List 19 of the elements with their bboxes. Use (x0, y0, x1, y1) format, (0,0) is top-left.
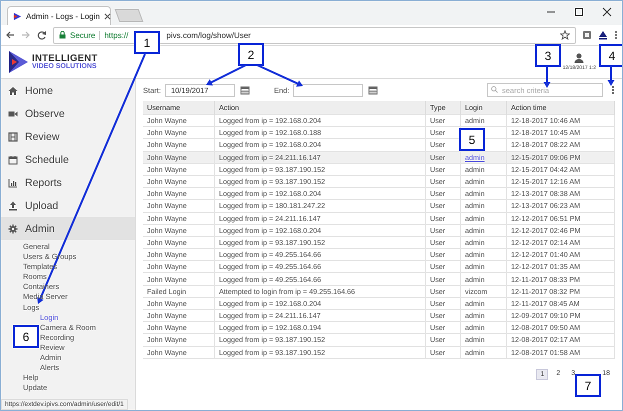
nav-item[interactable]: Reports (1, 171, 135, 194)
nav-item[interactable]: Observe (1, 102, 135, 125)
callout-number: 7 (575, 374, 601, 397)
nav-item[interactable]: Home (1, 79, 135, 102)
callout-number: 2 (238, 43, 264, 66)
callout-number: 4 (599, 44, 622, 67)
nav-item[interactable]: Admin (1, 217, 135, 240)
secure-label: Secure (70, 30, 96, 40)
nav-item[interactable]: Review (1, 125, 135, 148)
callout-number: 6 (13, 325, 39, 348)
url-text: https:// (104, 30, 128, 40)
browser-tab[interactable]: Admin - Logs - Login (7, 6, 111, 25)
nav-item[interactable]: Upload (1, 194, 135, 217)
nav-item[interactable]: Schedule (1, 148, 135, 171)
callout-number: 3 (535, 44, 561, 67)
callout-number: 1 (134, 31, 160, 54)
callout-number: 5 (459, 128, 485, 151)
logo-text: INTELLIGENT (32, 54, 98, 64)
url-text: pivs.com/log/show/User (166, 30, 251, 40)
